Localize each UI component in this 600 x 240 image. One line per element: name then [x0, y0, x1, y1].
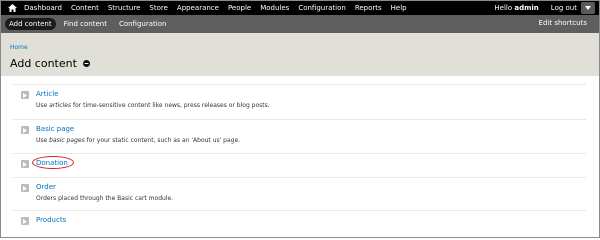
list-item-basic-page: Basic page Use basic pages for your stat…	[13, 119, 586, 149]
desc-text: Use	[36, 102, 50, 109]
item-desc-basic-page: Use basic pages for your static content,…	[36, 137, 240, 144]
menu-people[interactable]: People	[228, 4, 251, 12]
menu-content[interactable]: Content	[71, 4, 99, 12]
greeting-prefix: Hello	[494, 4, 515, 12]
item-title-products[interactable]: Products	[36, 216, 66, 224]
chevron-down-icon	[585, 6, 591, 10]
desc-text: Use	[36, 137, 50, 144]
menu-reports[interactable]: Reports	[355, 4, 382, 12]
desc-emphasis: basic pages	[49, 137, 85, 144]
shortcut-find-content[interactable]: Find content	[60, 18, 111, 30]
shortcut-add-content[interactable]: Add content	[5, 18, 56, 30]
desc-text: for time-sensitive content like news, pr…	[71, 102, 270, 109]
arrow-right-icon	[21, 91, 29, 99]
list-item-products: Products	[13, 210, 586, 234]
logout-link[interactable]: Log out	[551, 4, 577, 12]
remove-shortcut-icon[interactable]	[82, 60, 90, 67]
arrow-right-icon	[21, 160, 29, 168]
desc-text: for your static content, such as an 'Abo…	[84, 137, 241, 144]
donation-highlight-annotation	[32, 156, 74, 169]
user-greeting: Hello admin	[494, 4, 538, 12]
menu-store[interactable]: Store	[149, 4, 168, 12]
arrow-right-icon	[21, 184, 29, 192]
menu-dashboard[interactable]: Dashboard	[24, 4, 62, 12]
page-title-row: Add content	[10, 57, 90, 70]
menu-modules[interactable]: Modules	[260, 4, 289, 12]
item-desc-article: Use articles for time-sensitive content …	[36, 102, 270, 109]
shortcuts-bar: Add content Find content Configuration E…	[1, 15, 599, 33]
shortcut-configuration[interactable]: Configuration	[115, 18, 170, 30]
list-item-donation: Donation	[13, 153, 586, 175]
list-item-article: Article Use articles for time-sensitive …	[13, 84, 586, 114]
breadcrumb-home[interactable]: Home	[10, 44, 28, 51]
home-icon[interactable]	[4, 1, 20, 15]
user-area: Hello admin Log out	[494, 1, 577, 15]
list-item-order: Order Orders placed through the Basic ca…	[13, 177, 586, 207]
item-title-article[interactable]: Article	[36, 90, 58, 98]
menu-appearance[interactable]: Appearance	[177, 4, 219, 12]
item-desc-order: Orders placed through the Basic cart mod…	[36, 195, 174, 202]
page-title: Add content	[10, 57, 77, 70]
menu-configuration[interactable]: Configuration	[298, 4, 345, 12]
admin-menu: Dashboard Content Structure Store Appear…	[24, 4, 416, 12]
toggle-shortcuts-button[interactable]	[581, 2, 595, 14]
arrow-right-icon	[21, 126, 29, 134]
content-type-list: Article Use articles for time-sensitive …	[1, 76, 599, 237]
admin-toolbar: Dashboard Content Structure Store Appear…	[1, 1, 599, 15]
menu-structure[interactable]: Structure	[108, 4, 141, 12]
arrow-right-icon	[21, 217, 29, 225]
item-title-order[interactable]: Order	[36, 183, 56, 191]
browser-frame: Dashboard Content Structure Store Appear…	[0, 0, 600, 238]
username[interactable]: admin	[514, 4, 538, 12]
page-header: Home Add content	[1, 33, 599, 76]
desc-emphasis: articles	[49, 102, 72, 109]
menu-help[interactable]: Help	[391, 4, 407, 12]
item-title-basic-page[interactable]: Basic page	[36, 125, 74, 133]
edit-shortcuts-link[interactable]: Edit shortcuts	[539, 19, 587, 27]
